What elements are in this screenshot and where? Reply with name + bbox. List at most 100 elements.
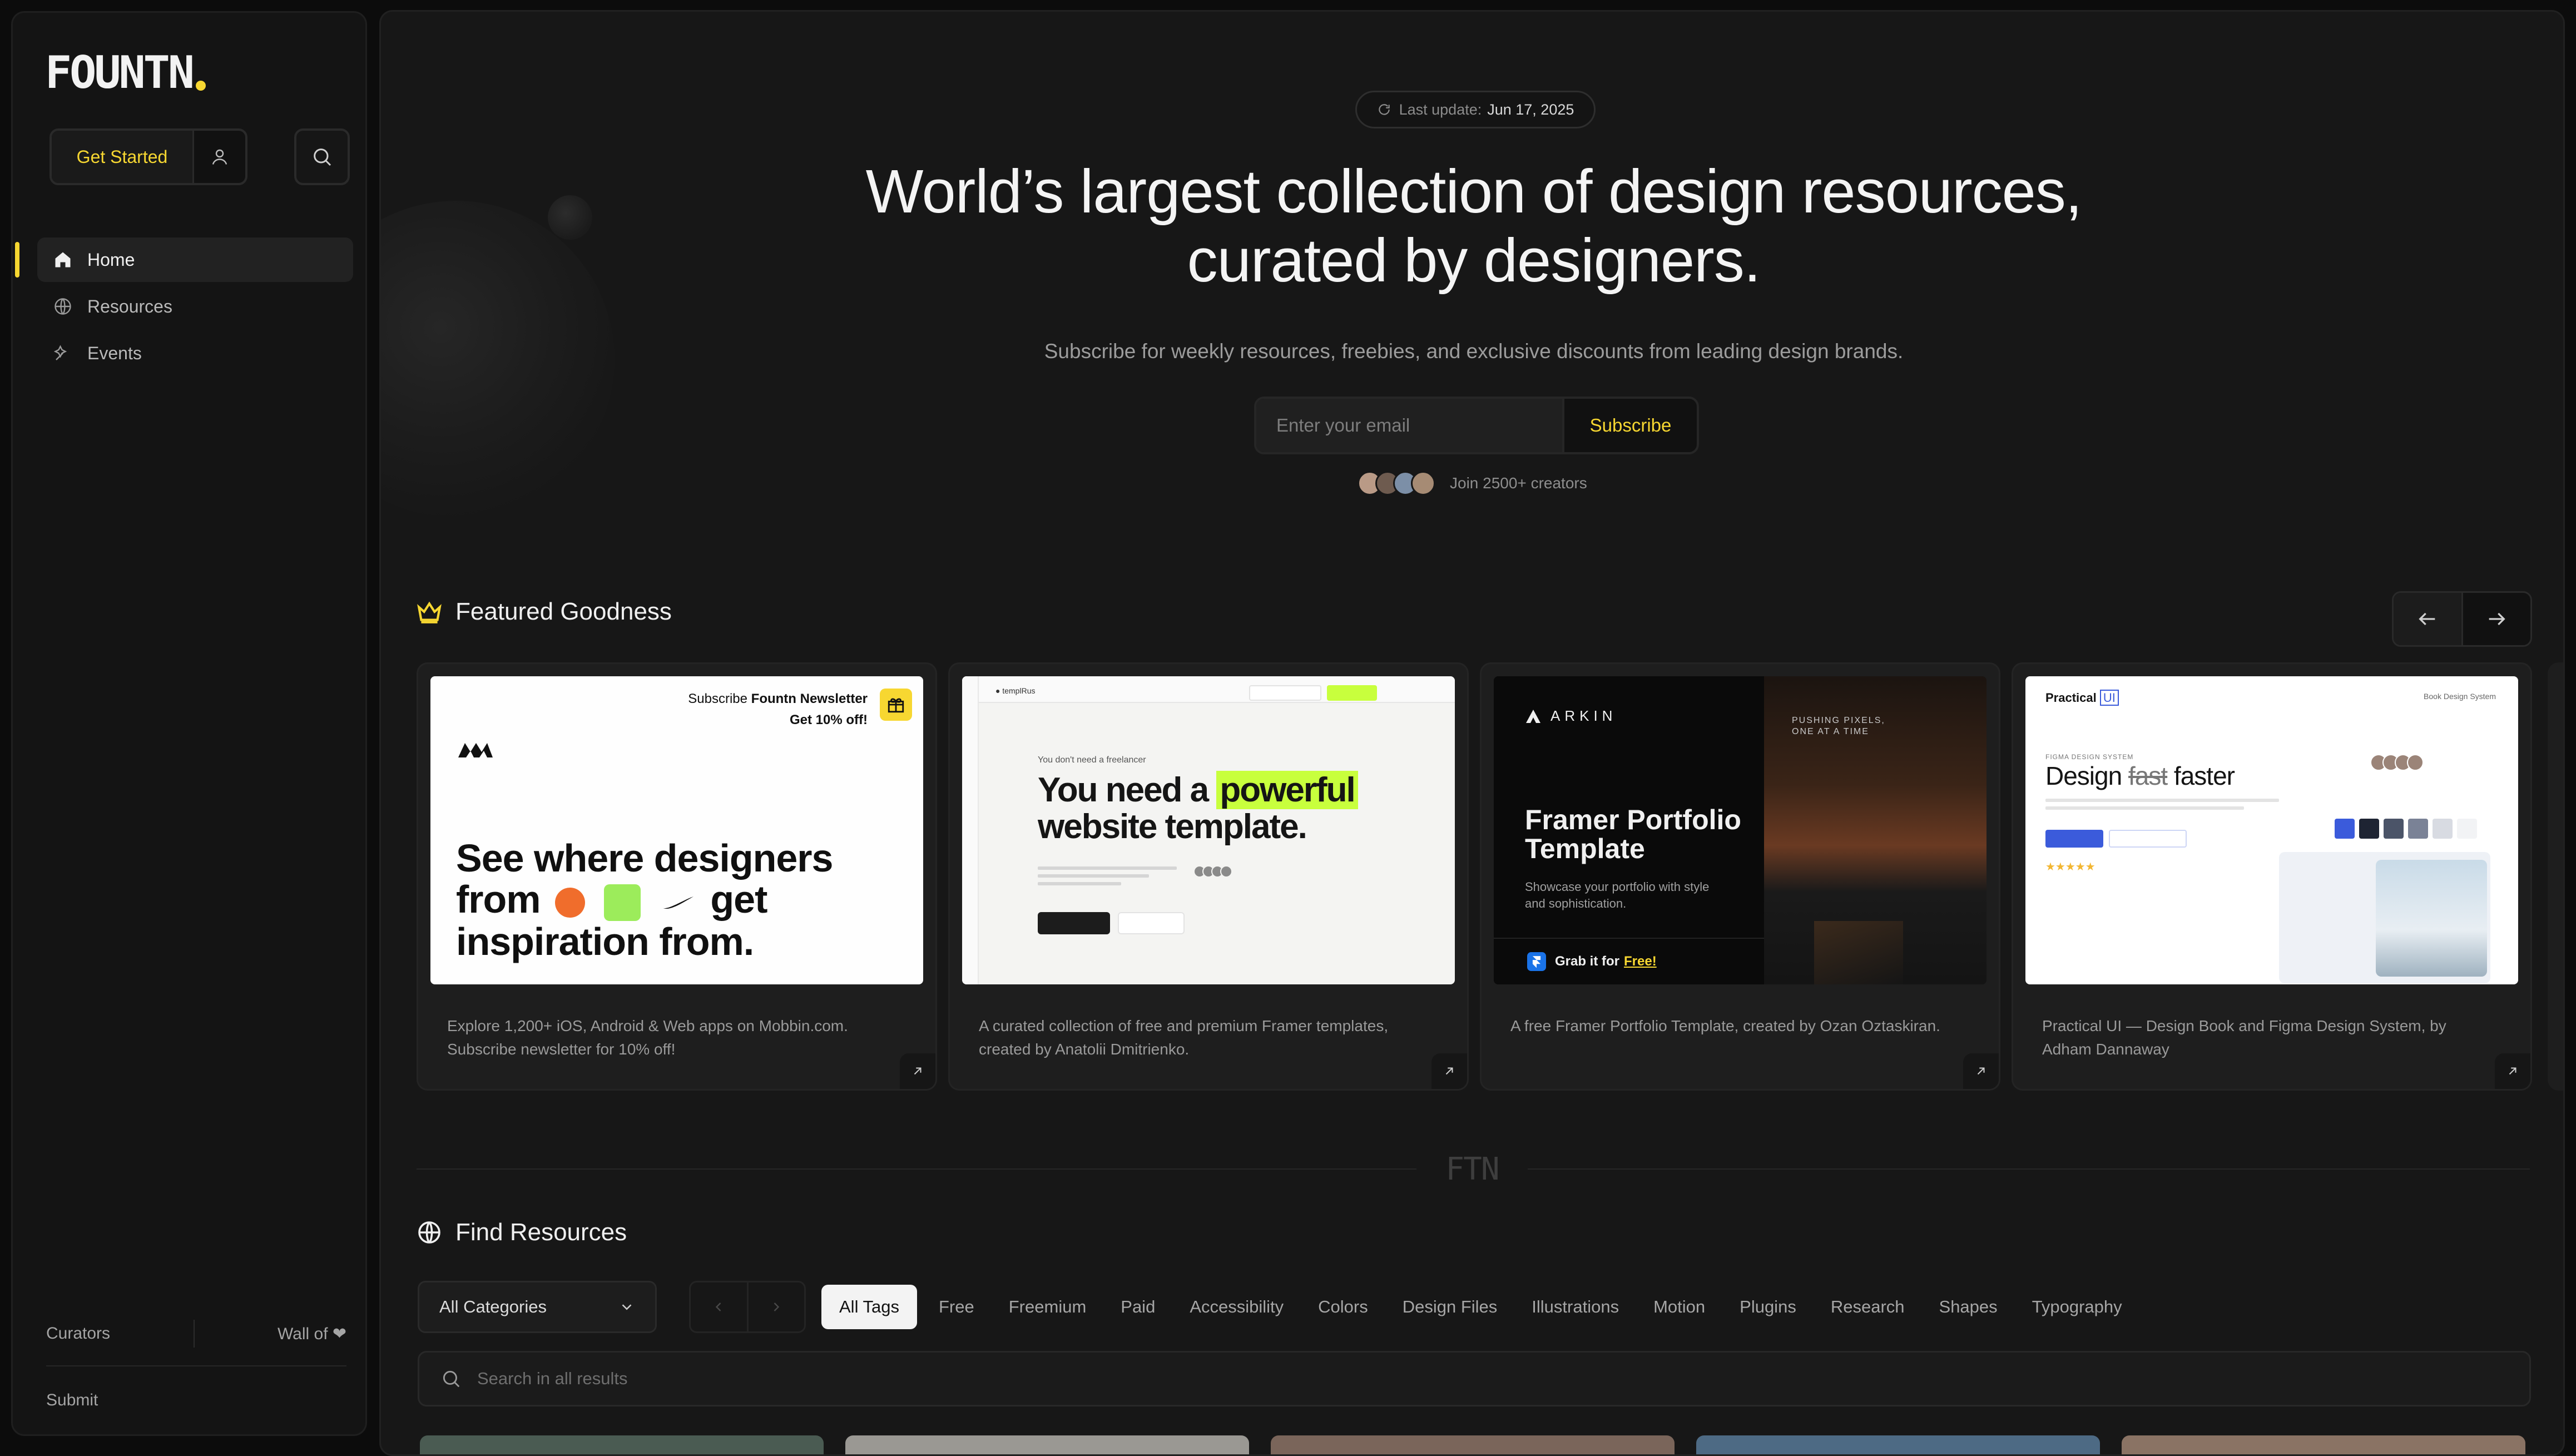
- carousel-prev-button[interactable]: [2394, 593, 2463, 645]
- headline-from: from: [456, 878, 541, 921]
- tag-paid[interactable]: Paid: [1103, 1285, 1172, 1329]
- mock-headline-b: website template.: [1038, 808, 1307, 846]
- card-thumbnail: Subscribe Fountn Newsletter Get 10% off!…: [430, 676, 923, 984]
- tag-freemium[interactable]: Freemium: [992, 1285, 1104, 1329]
- chevron-right-icon: [774, 1303, 779, 1311]
- resource-card-preview[interactable]: [1696, 1435, 2100, 1454]
- featured-heading: Featured Goodness: [414, 597, 672, 627]
- mock-project-image: [1814, 921, 1903, 984]
- subscribe-button[interactable]: Subscribe: [1564, 399, 1697, 452]
- nav-item-events[interactable]: Events: [37, 331, 353, 375]
- mock-right-text: PUSHING PIXELS, ONE AT A TIME: [1792, 716, 1885, 736]
- card-description: Explore 1,200+ iOS, Android & Web apps o…: [447, 1017, 848, 1058]
- tag-free[interactable]: Free: [922, 1285, 992, 1329]
- find-resources-title: Find Resources: [455, 1219, 627, 1246]
- tag-all-tags[interactable]: All Tags: [821, 1285, 917, 1329]
- tag-typography[interactable]: Typography: [2015, 1285, 2139, 1329]
- mock-nav: Book Design System: [2424, 692, 2496, 701]
- arrow-left-icon: [2419, 612, 2435, 626]
- crown-icon: [414, 597, 444, 627]
- tag-research[interactable]: Research: [1814, 1285, 1922, 1329]
- featured-card[interactable]: Practical UI Book Design System FIGMA DE…: [2012, 662, 2532, 1091]
- last-update-date: Jun 17, 2025: [1487, 101, 1574, 118]
- fountn-logo[interactable]: FOUNTN: [45, 45, 206, 101]
- mock-avatars: [2370, 754, 2424, 771]
- mock-subtitle: Showcase your portfolio with style and s…: [1525, 880, 1710, 910]
- mock-left-panel: ARKIN Framer Portfolio Template Showcase…: [1494, 676, 1764, 984]
- resource-card-preview[interactable]: [2122, 1435, 2525, 1454]
- mobbin-logo: [456, 739, 495, 764]
- tag-prev-button[interactable]: [691, 1282, 749, 1331]
- card-thumbnail: ARKIN Framer Portfolio Template Showcase…: [1494, 676, 1987, 984]
- get-started-group: Get Started: [49, 128, 247, 185]
- globe-icon: [414, 1217, 444, 1247]
- ftn-mark: FTN: [1416, 1150, 1528, 1188]
- framer-icon: [1527, 952, 1546, 971]
- hero-subtitle: Subscribe for weekly resources, freebies…: [1044, 340, 1904, 363]
- sidebar: FOUNTN Get Started Home Resources Events…: [11, 11, 367, 1436]
- globe-icon: [52, 295, 74, 318]
- footer-row: Curators Wall of ❤: [46, 1314, 346, 1353]
- tag-colors[interactable]: Colors: [1301, 1285, 1385, 1329]
- curators-link[interactable]: Curators: [46, 1324, 110, 1343]
- featured-card[interactable]: ● templRus You don't need a freelancer Y…: [948, 662, 1469, 1091]
- resource-card-preview[interactable]: [845, 1435, 1249, 1454]
- get-started-button[interactable]: Get Started: [52, 131, 194, 183]
- email-input[interactable]: [1256, 399, 1564, 452]
- headline-get: get: [710, 878, 767, 921]
- featured-card[interactable]: Subscribe Fountn Newsletter Get 10% off!…: [417, 662, 937, 1091]
- mock-topbar: [962, 676, 1455, 703]
- nav-label-resources: Resources: [87, 296, 172, 316]
- mock-title-b: faster: [2173, 761, 2235, 790]
- logo-a: Practical: [2045, 691, 2097, 705]
- tag-plugins[interactable]: Plugins: [1722, 1285, 1814, 1329]
- resource-search-input[interactable]: [476, 1368, 2529, 1389]
- tag-illustrations[interactable]: Illustrations: [1514, 1285, 1636, 1329]
- featured-card[interactable]: ARKIN Framer Portfolio Template Showcase…: [1480, 662, 2000, 1091]
- arkin-logo-icon: [1526, 709, 1540, 723]
- mock-swatches: [2335, 819, 2481, 839]
- wall-of-love-link[interactable]: Wall of ❤: [278, 1324, 346, 1344]
- category-select[interactable]: All Categories: [418, 1281, 657, 1333]
- resource-card-preview[interactable]: [420, 1435, 824, 1454]
- headline-line-2: from get: [456, 879, 833, 921]
- chevron-down-icon: [622, 1304, 632, 1310]
- mock-secondary-button: [1118, 912, 1185, 934]
- nav-label-home: Home: [87, 249, 135, 270]
- mock-headline-a: You need a: [1038, 771, 1209, 809]
- carousel-next-button[interactable]: [2463, 593, 2531, 645]
- arkin-brand: ARKIN: [1525, 707, 1617, 725]
- nav-item-resources[interactable]: Resources: [37, 284, 353, 329]
- footer-row-submit: Submit: [46, 1381, 346, 1420]
- search-icon: [314, 148, 331, 166]
- events-icon: [52, 342, 74, 364]
- tag-motion[interactable]: Motion: [1636, 1285, 1722, 1329]
- tag-shapes[interactable]: Shapes: [1922, 1285, 2015, 1329]
- arkin-text: ARKIN: [1550, 707, 1617, 724]
- mock-title: Design fast faster: [2045, 761, 2235, 791]
- profile-button[interactable]: [194, 131, 245, 183]
- search-icon: [443, 1370, 460, 1388]
- mock-paragraph: [2045, 799, 2279, 814]
- logo-text: FOUNTN: [45, 47, 195, 98]
- tag-accessibility[interactable]: Accessibility: [1172, 1285, 1301, 1329]
- mock-brand: ● templRus: [995, 686, 1036, 695]
- tag-design-files[interactable]: Design Files: [1385, 1285, 1515, 1329]
- logo-b: UI: [2099, 690, 2119, 706]
- mock-cta-bar: Grab it for Free!: [1494, 938, 1764, 984]
- mock-headline-highlight: powerful: [1216, 771, 1358, 809]
- search-button[interactable]: [294, 128, 350, 185]
- main-nav: Home Resources Events: [15, 237, 353, 378]
- featured-title: Featured Goodness: [455, 598, 672, 625]
- filters-row: All Categories All Tags Free Freemium Pa…: [418, 1281, 2531, 1333]
- chevron-left-icon: [716, 1303, 721, 1311]
- mock-primary-button: [1038, 912, 1110, 934]
- practical-ui-logo: Practical UI: [2045, 690, 2119, 706]
- resource-card-preview[interactable]: [1271, 1435, 1675, 1454]
- promo-offer: Get 10% off!: [789, 712, 868, 727]
- external-link-icon: [1963, 1053, 1999, 1089]
- headline-line-3: inspiration from.: [456, 919, 754, 963]
- tag-next-button[interactable]: [749, 1282, 805, 1331]
- nav-item-home[interactable]: Home: [15, 237, 353, 282]
- submit-link[interactable]: Submit: [46, 1391, 98, 1410]
